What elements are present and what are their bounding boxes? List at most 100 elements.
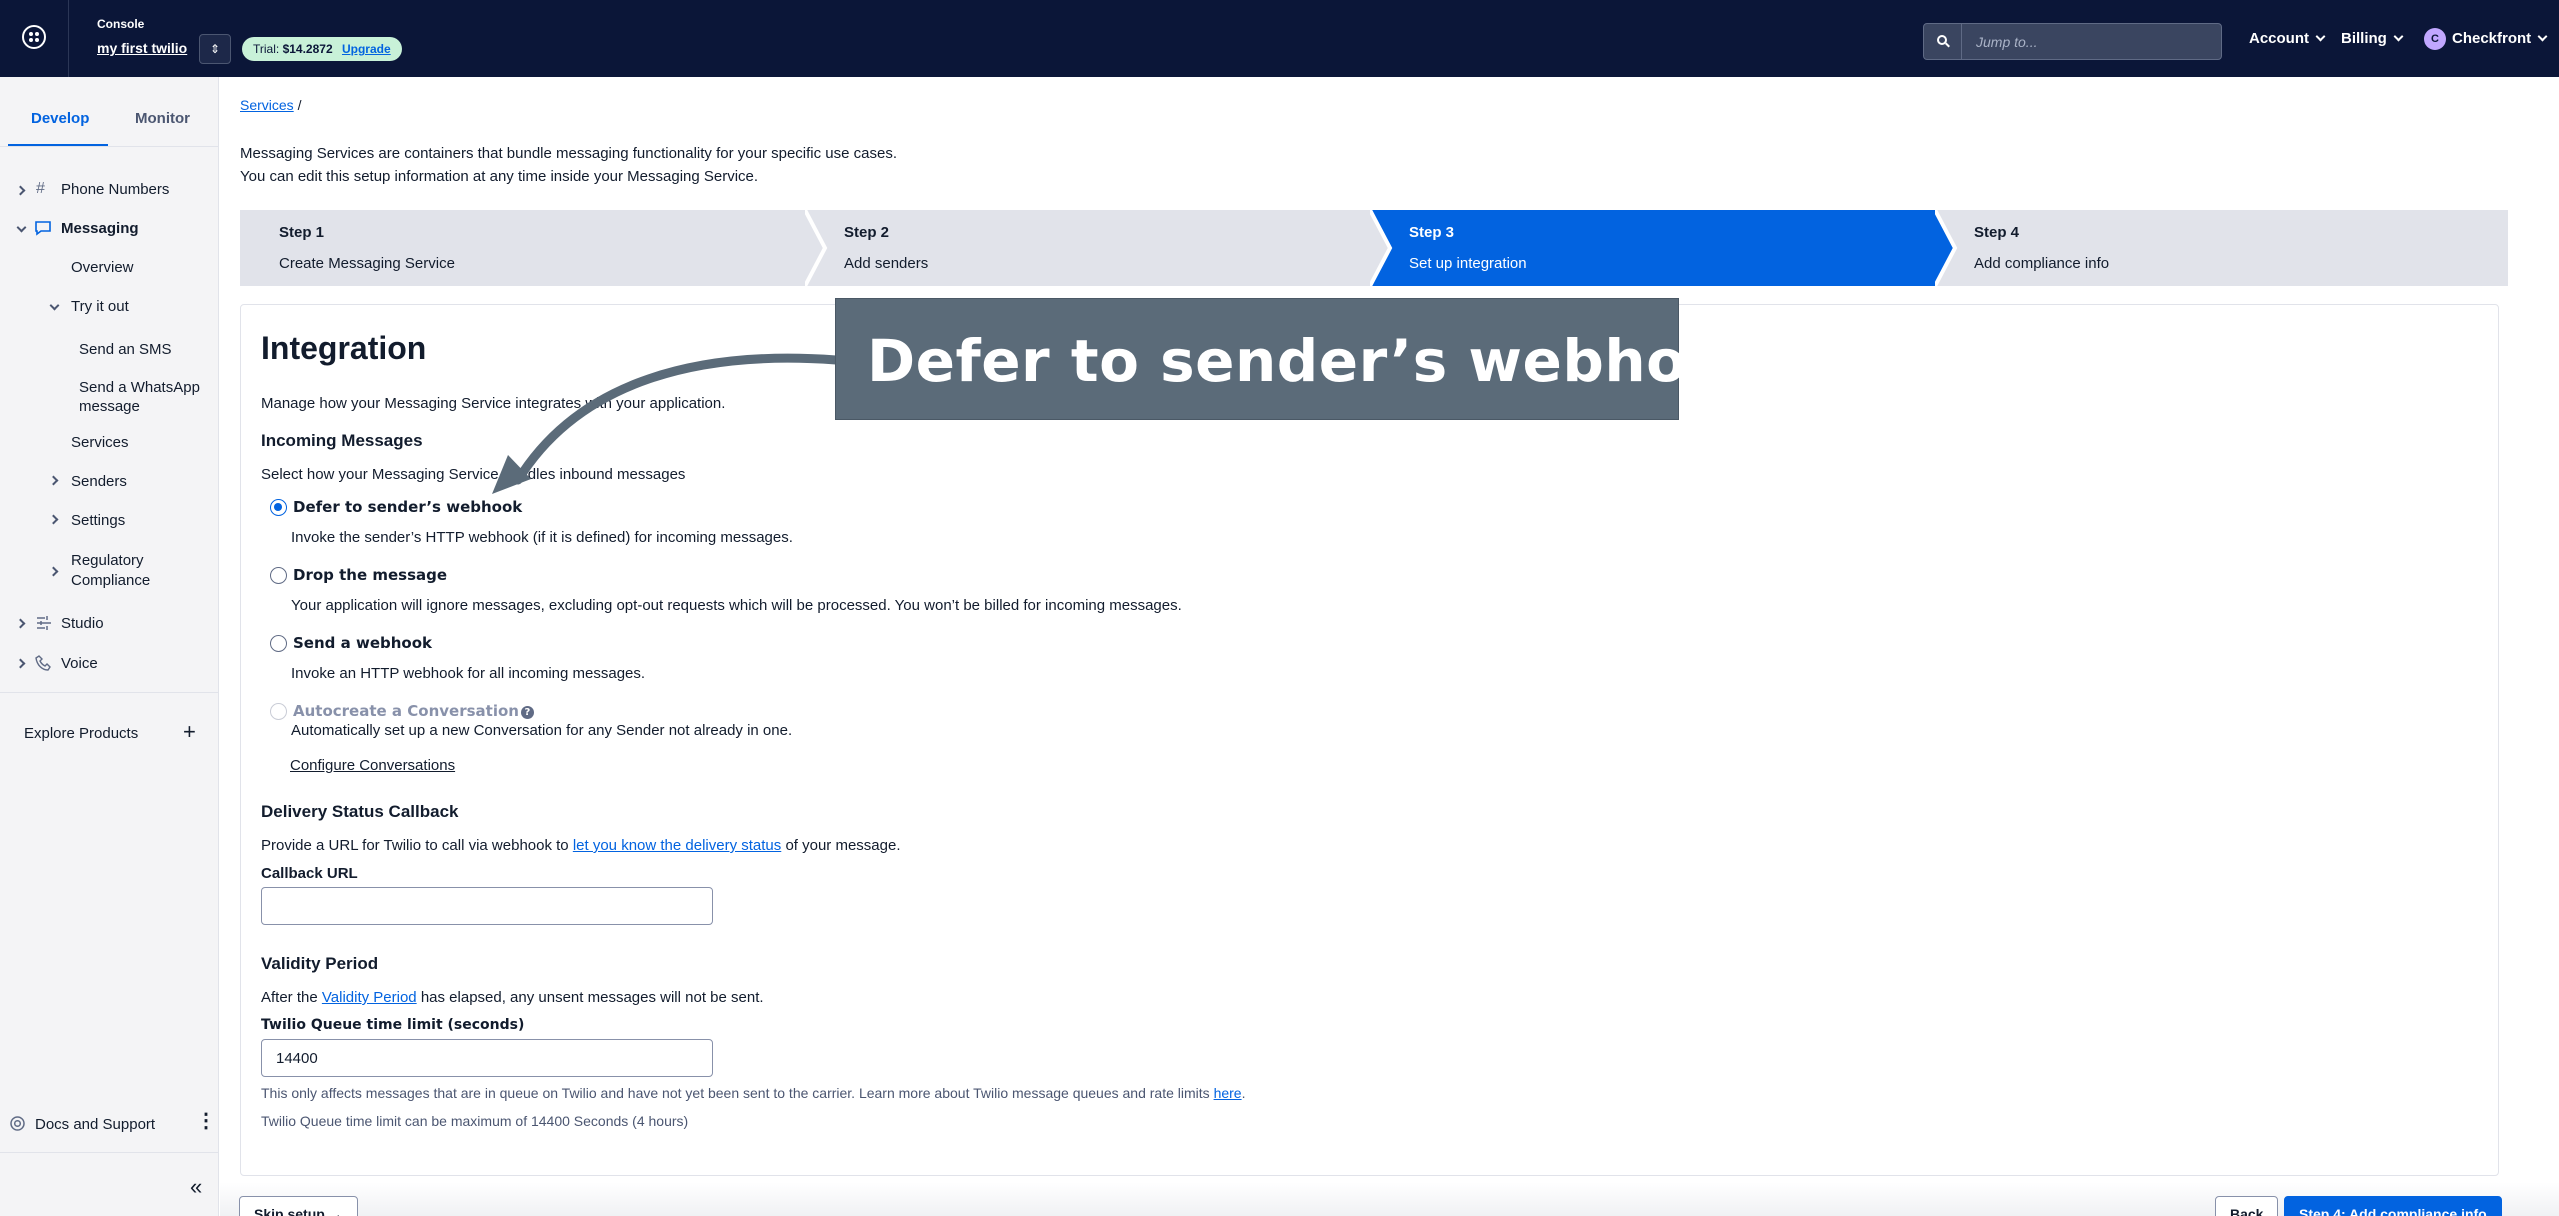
chevron-right-icon[interactable]	[15, 658, 26, 669]
user-avatar[interactable]: C	[2424, 28, 2446, 50]
validity-text: After the	[261, 989, 322, 1006]
account-menu[interactable]: Account	[2249, 30, 2326, 47]
option-label[interactable]: Drop the message	[293, 566, 447, 584]
sidebar-item-send-sms[interactable]: Send an SMS	[79, 341, 172, 358]
divider	[0, 146, 219, 147]
more-options-icon[interactable]: ⋮	[196, 1111, 216, 1131]
option-label[interactable]: Send a webhook	[293, 634, 432, 652]
hash-icon: #	[36, 180, 45, 197]
tab-develop[interactable]: Develop	[31, 110, 89, 127]
chevron-down-icon	[2315, 31, 2326, 42]
radio-drop-the-message[interactable]	[270, 567, 287, 584]
intro-line: Messaging Services are containers that b…	[240, 145, 898, 162]
radio-defer-to-sender-webhook[interactable]	[270, 499, 287, 516]
sidebar-item-regulatory-compliance[interactable]: Regulatory Compliance	[71, 551, 150, 591]
skip-setup-button[interactable]: Skip setup →	[239, 1196, 358, 1216]
step-3[interactable]: Step 3 Set up integration	[1370, 210, 1957, 286]
chevron-right-icon[interactable]	[48, 514, 59, 525]
main-content: Services / Messaging Services are contai…	[220, 77, 2559, 1216]
sidebar-item-settings[interactable]: Settings	[71, 512, 125, 529]
console-label: Console	[97, 17, 145, 31]
explore-products-link[interactable]: Explore Products	[24, 725, 138, 742]
sidebar-item-senders[interactable]: Senders	[71, 473, 127, 490]
collapse-sidebar-icon[interactable]: «	[190, 1174, 202, 1200]
queue-time-limit-input[interactable]	[261, 1039, 713, 1077]
option-label[interactable]: Defer to sender’s webhook	[293, 498, 522, 516]
breadcrumb: Services /	[240, 97, 301, 113]
phone-icon	[35, 654, 53, 677]
twilio-logo-icon[interactable]	[22, 25, 46, 49]
help-icon[interactable]: ?	[520, 706, 534, 719]
chevron-down-icon[interactable]	[49, 300, 60, 311]
sidebar-item-label: Regulatory	[71, 552, 144, 569]
chevron-down-icon	[2393, 31, 2404, 42]
trial-label: Trial:	[253, 42, 280, 56]
option-description: Automatically set up a new Conversation …	[291, 722, 793, 739]
setup-stepper: Step 1 Create Messaging Service Step 2 A…	[240, 210, 2508, 286]
studio-icon	[35, 614, 53, 637]
account-name-link[interactable]: my first twilio	[97, 40, 187, 56]
delivery-status-link[interactable]: let you know the delivery status	[573, 837, 781, 854]
step-1[interactable]: Step 1 Create Messaging Service	[240, 210, 827, 286]
chevron-right-icon[interactable]	[48, 566, 59, 577]
account-menu-label: Account	[2249, 30, 2309, 47]
option-description: Your application will ignore messages, e…	[291, 597, 1182, 614]
rate-limits-here-link[interactable]: here	[1214, 1085, 1242, 1101]
validity-text: has elapsed, any unsent messages will no…	[416, 989, 764, 1006]
account-switcher-button[interactable]: ⇕	[199, 34, 231, 64]
chevron-down-icon	[2537, 31, 2548, 42]
sidebar-item-send-whatsapp[interactable]: Send a WhatsApp message	[79, 378, 200, 416]
sidebar-item-voice[interactable]: Voice	[61, 655, 98, 672]
option-label-disabled: Autocreate a Conversation?	[293, 702, 534, 720]
trial-badge: Trial: $14.2872 Upgrade	[242, 37, 402, 61]
docs-and-support-link[interactable]: Docs and Support	[35, 1116, 155, 1133]
callback-url-input[interactable]	[261, 887, 713, 925]
jump-to-input[interactable]	[1964, 24, 2220, 59]
option-description: Invoke an HTTP webhook for all incoming …	[291, 665, 646, 682]
step-4[interactable]: Step 4 Add compliance info	[1935, 210, 2508, 286]
sidebar-item-services[interactable]: Services	[71, 434, 129, 451]
footer-bar	[220, 1182, 2559, 1216]
sidebar-item-phone-numbers[interactable]: Phone Numbers	[61, 181, 169, 198]
queue-time-limit-label: Twilio Queue time limit (seconds)	[261, 1017, 525, 1033]
annotation-text: Defer to sender’s webhook	[867, 327, 1766, 395]
breadcrumb-services-link[interactable]: Services	[240, 97, 294, 113]
radio-autocreate-conversation[interactable]	[270, 703, 287, 720]
next-step-button[interactable]: Step 4: Add compliance info	[2284, 1196, 2502, 1216]
sidebar-item-label: Send a WhatsApp	[79, 379, 200, 396]
integration-card: Integration Manage how your Messaging Se…	[240, 304, 2499, 1176]
plus-icon[interactable]: +	[183, 721, 196, 743]
validity-period-description: After the Validity Period has elapsed, a…	[261, 989, 764, 1006]
delivery-text: Provide a URL for Twilio to call via web…	[261, 837, 573, 854]
tab-monitor[interactable]: Monitor	[135, 110, 190, 127]
radio-send-a-webhook[interactable]	[270, 635, 287, 652]
sidebar-item-studio[interactable]: Studio	[61, 615, 104, 632]
billing-menu[interactable]: Billing	[2341, 30, 2404, 47]
back-button[interactable]: Back	[2215, 1196, 2279, 1216]
sidebar-item-messaging[interactable]: Messaging	[61, 220, 139, 237]
sidebar-tabs: Develop Monitor	[0, 77, 219, 147]
queue-max-note: Twilio Queue time limit can be maximum o…	[261, 1113, 689, 1129]
lifebuoy-icon	[9, 1115, 26, 1137]
step-2[interactable]: Step 2 Add senders	[805, 210, 1392, 286]
intro-line: You can edit this setup information at a…	[240, 168, 759, 185]
integration-description: Manage how your Messaging Service integr…	[261, 395, 726, 412]
sidebar: Develop Monitor # Phone Numbers Messagin…	[0, 77, 219, 1216]
option-label-text: Autocreate a Conversation	[293, 702, 519, 720]
upgrade-link[interactable]: Upgrade	[342, 42, 391, 56]
delivery-status-description: Provide a URL for Twilio to call via web…	[261, 837, 901, 854]
chevron-right-icon[interactable]	[48, 475, 59, 486]
chevron-right-icon[interactable]	[15, 618, 26, 629]
validity-period-link[interactable]: Validity Period	[322, 989, 417, 1006]
step-title: Add senders	[844, 255, 929, 272]
sidebar-item-overview[interactable]: Overview	[71, 259, 134, 276]
user-menu[interactable]: Checkfront	[2452, 30, 2548, 47]
step-number: Step 3	[1409, 224, 1455, 241]
annotation-callout: Defer to sender’s webhook	[835, 298, 1765, 420]
queue-note-text: .	[1241, 1085, 1246, 1101]
configure-conversations-link[interactable]: Configure Conversations	[290, 757, 455, 774]
search-icon[interactable]	[1924, 24, 1962, 59]
chevron-right-icon[interactable]	[15, 185, 26, 196]
chevron-down-icon[interactable]	[16, 222, 27, 233]
sidebar-item-try-it-out[interactable]: Try it out	[71, 298, 129, 315]
